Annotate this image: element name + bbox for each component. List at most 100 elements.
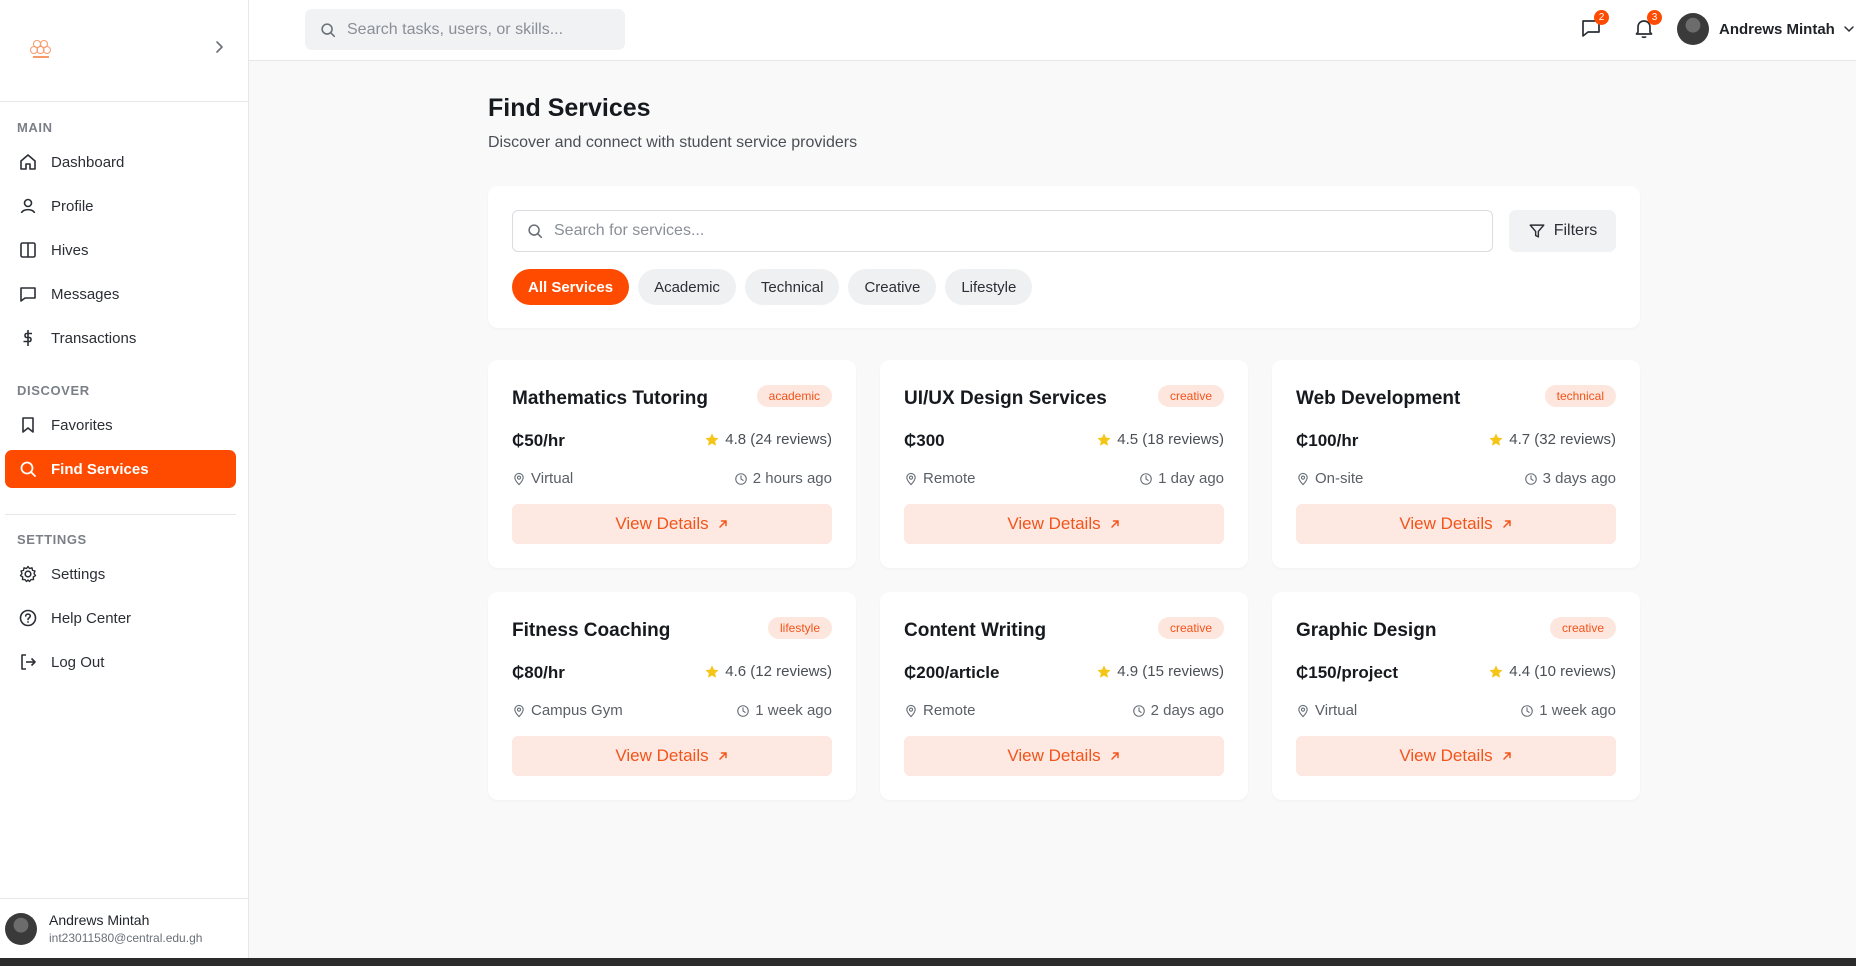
rating-text: 4.8 (24 reviews) bbox=[725, 431, 832, 448]
sidebar-item-settings[interactable]: Settings bbox=[5, 555, 236, 593]
view-details-button[interactable]: View Details bbox=[512, 504, 832, 544]
sidebar-item-find-services[interactable]: Find Services bbox=[5, 450, 236, 488]
messages-badge: 2 bbox=[1594, 10, 1609, 25]
sidebar-item-label: Transactions bbox=[51, 329, 137, 347]
service-title: Graphic Design bbox=[1296, 620, 1437, 641]
sidebar-item-favorites[interactable]: Favorites bbox=[5, 406, 236, 444]
view-details-button[interactable]: View Details bbox=[904, 504, 1224, 544]
global-search-input[interactable] bbox=[347, 20, 607, 39]
posted-text: 3 days ago bbox=[1542, 470, 1616, 487]
service-card[interactable]: Web Development technical ₵100/hr 4.7 (32 r… bbox=[1272, 360, 1640, 568]
sidebar-item-hives[interactable]: Hives bbox=[5, 231, 236, 269]
page-subtitle: Discover and connect with student servic… bbox=[488, 134, 858, 151]
search-icon bbox=[321, 22, 336, 37]
posted-text: 2 days ago bbox=[1150, 702, 1224, 719]
sidebar-item-label: Help Center bbox=[51, 609, 132, 627]
star-icon bbox=[1097, 664, 1111, 678]
notifications-button[interactable]: 3 bbox=[1632, 10, 1662, 40]
view-details-button[interactable]: View Details bbox=[512, 736, 832, 776]
sidebar-divider bbox=[5, 514, 236, 515]
sidebar-item-label: Dashboard bbox=[51, 153, 125, 171]
service-posted: 2 days ago bbox=[1132, 702, 1224, 719]
location-text: On-site bbox=[1315, 470, 1364, 487]
search-icon bbox=[18, 459, 38, 479]
service-location: Virtual bbox=[1296, 702, 1357, 719]
chevron-right-icon[interactable] bbox=[212, 40, 226, 54]
clock-icon bbox=[737, 704, 750, 717]
posted-text: 1 day ago bbox=[1158, 470, 1224, 487]
category-badge: creative bbox=[1549, 617, 1616, 639]
sidebar-user-card[interactable]: Andrews Mintah int23011580@central.edu.g… bbox=[0, 898, 249, 958]
chip-technical[interactable]: Technical bbox=[744, 269, 840, 305]
service-rating: 4.9 (15 reviews) bbox=[1096, 663, 1224, 680]
chip-academic[interactable]: Academic bbox=[638, 269, 736, 305]
chip-lifestyle[interactable]: Lifestyle bbox=[945, 269, 1033, 305]
global-search[interactable] bbox=[305, 9, 625, 50]
sidebar-item-profile[interactable]: Profile bbox=[5, 187, 236, 225]
view-details-button[interactable]: View Details bbox=[1296, 504, 1616, 544]
sidebar: MAIN Dashboard Profile Hives Messages Tr… bbox=[0, 0, 249, 966]
chevron-down-icon bbox=[1844, 26, 1854, 33]
star-icon bbox=[1097, 432, 1111, 446]
posted-text: 1 week ago bbox=[755, 702, 832, 719]
map-pin-icon bbox=[906, 704, 916, 717]
service-search-input[interactable] bbox=[554, 222, 1454, 240]
service-price: ₵50/hr bbox=[512, 431, 565, 450]
arrow-up-right-icon bbox=[718, 520, 727, 528]
map-pin-icon bbox=[906, 472, 916, 485]
gear-icon bbox=[18, 564, 38, 584]
posted-text: 1 week ago bbox=[1539, 702, 1616, 719]
user-menu[interactable]: Andrews Mintah bbox=[1677, 13, 1855, 45]
view-details-label: View Details bbox=[1007, 514, 1101, 533]
service-card[interactable]: UI/UX Design Services creative ₵300 4.5 (18… bbox=[880, 360, 1248, 568]
view-details-label: View Details bbox=[1007, 746, 1101, 765]
service-location: Campus Gym bbox=[512, 702, 623, 719]
sidebar-item-log-out[interactable]: Log Out bbox=[5, 643, 236, 681]
filters-button[interactable]: Filters bbox=[1509, 210, 1616, 252]
service-search[interactable] bbox=[512, 210, 1493, 252]
sidebar-item-dashboard[interactable]: Dashboard bbox=[5, 143, 236, 181]
chip-all-services[interactable]: All Services bbox=[512, 269, 630, 305]
location-text: Remote bbox=[923, 470, 976, 487]
arrow-up-right-icon bbox=[1502, 752, 1511, 760]
service-location: Remote bbox=[904, 470, 976, 487]
sidebar-item-help-center[interactable]: Help Center bbox=[5, 599, 236, 637]
home-icon bbox=[18, 152, 38, 172]
star-icon bbox=[1489, 432, 1503, 446]
service-card[interactable]: Graphic Design creative ₵150/project 4.4 (1… bbox=[1272, 592, 1640, 800]
message-icon bbox=[18, 284, 38, 304]
view-details-label: View Details bbox=[615, 514, 709, 533]
chip-creative[interactable]: Creative bbox=[848, 269, 937, 305]
clock-icon bbox=[1524, 472, 1537, 485]
sidebar-user-name: Andrews Mintah bbox=[49, 912, 150, 928]
service-price: ₵200/article bbox=[904, 663, 1000, 682]
sidebar-item-label: Log Out bbox=[51, 653, 105, 671]
star-icon bbox=[705, 664, 719, 678]
service-card[interactable]: Content Writing creative ₵200/article 4.9 (… bbox=[880, 592, 1248, 800]
dollar-icon bbox=[18, 328, 38, 348]
rating-text: 4.4 (10 reviews) bbox=[1509, 663, 1616, 680]
sidebar-user-email: int23011580@central.edu.gh bbox=[49, 931, 203, 945]
service-title: Fitness Coaching bbox=[512, 620, 671, 641]
sidebar-item-label: Profile bbox=[51, 197, 94, 215]
rating-text: 4.5 (18 reviews) bbox=[1117, 431, 1224, 448]
section-title-settings: SETTINGS bbox=[17, 532, 87, 547]
sidebar-item-transactions[interactable]: Transactions bbox=[5, 319, 236, 357]
location-text: Remote bbox=[923, 702, 976, 719]
service-rating: 4.6 (12 reviews) bbox=[704, 663, 832, 680]
user-icon bbox=[18, 196, 38, 216]
service-card[interactable]: Mathematics Tutoring academic ₵50/hr 4.8 (2… bbox=[488, 360, 856, 568]
sidebar-item-label: Favorites bbox=[51, 416, 113, 434]
service-posted: 2 hours ago bbox=[734, 470, 832, 487]
messages-button[interactable]: 2 bbox=[1579, 10, 1609, 40]
sidebar-item-label: Hives bbox=[51, 241, 89, 259]
search-icon bbox=[528, 224, 543, 239]
logo-icon bbox=[30, 40, 51, 58]
view-details-button[interactable]: View Details bbox=[1296, 736, 1616, 776]
service-card[interactable]: Fitness Coaching lifestyle ₵80/hr 4.6 (12 r… bbox=[488, 592, 856, 800]
service-rating: 4.5 (18 reviews) bbox=[1096, 431, 1224, 448]
sidebar-item-messages[interactable]: Messages bbox=[5, 275, 236, 313]
view-details-button[interactable]: View Details bbox=[904, 736, 1224, 776]
posted-text: 2 hours ago bbox=[752, 470, 832, 487]
notifications-badge: 3 bbox=[1647, 10, 1662, 25]
